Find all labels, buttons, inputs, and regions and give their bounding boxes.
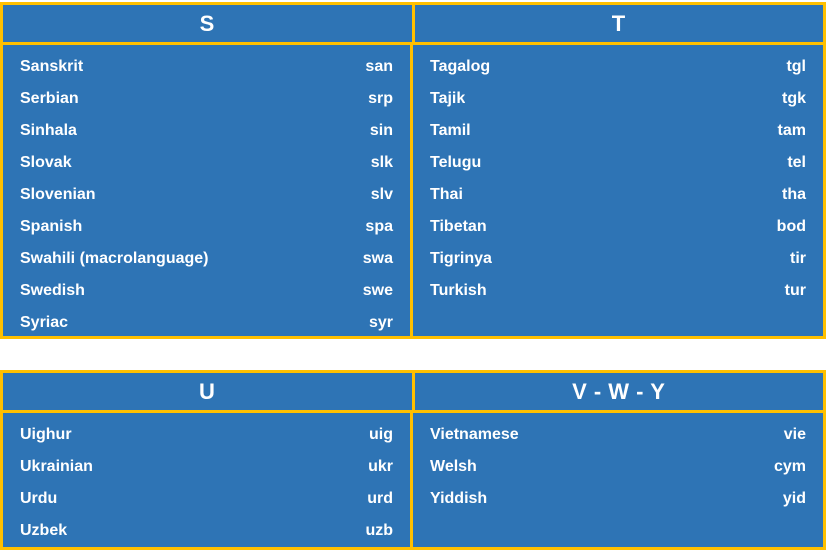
language-column-t: Tagalog tgl Tajik tgk Tamil tam Telugu t…	[413, 45, 823, 336]
language-code: syr	[368, 314, 393, 331]
language-code: swe	[362, 282, 393, 299]
language-name: Tigrinya	[430, 250, 492, 267]
language-name: Tajik	[430, 90, 466, 107]
table-row[interactable]: Welsh cym	[413, 451, 823, 483]
language-code: ukr	[368, 458, 393, 475]
table-row[interactable]: Slovenian slv	[3, 179, 410, 211]
table-row[interactable]: Thai tha	[413, 179, 823, 211]
language-code: cym	[773, 458, 806, 475]
language-name: Urdu	[20, 490, 58, 507]
language-code: bod	[776, 218, 806, 235]
language-code: tgl	[786, 58, 806, 75]
language-code: urd	[367, 490, 393, 507]
table-row[interactable]: Turkish tur	[413, 275, 823, 307]
column-header-v-w-y: V - W - Y	[414, 373, 823, 410]
language-code: tgk	[782, 90, 806, 107]
table-row[interactable]: Tigrinya tir	[413, 243, 823, 275]
language-name: Spanish	[20, 218, 83, 235]
language-name: Yiddish	[430, 490, 488, 507]
column-header-t: T	[414, 5, 823, 42]
language-code: slk	[370, 154, 393, 171]
language-name: Welsh	[430, 458, 477, 475]
language-name: Swedish	[20, 282, 85, 299]
language-name: Uighur	[20, 426, 72, 443]
language-code: spa	[365, 218, 393, 235]
table-row[interactable]: Serbian srp	[3, 83, 410, 115]
table-header-row: S T	[3, 5, 823, 45]
language-code-reference-page: S T Sanskrit san Serbian srp Sinhala sin…	[0, 0, 826, 550]
language-name: Slovak	[20, 154, 72, 171]
table-row[interactable]: Telugu tel	[413, 147, 823, 179]
table-row[interactable]: Ukrainian ukr	[3, 451, 410, 483]
language-name: Uzbek	[20, 522, 68, 539]
language-code: uzb	[365, 522, 393, 539]
table-row[interactable]: Tamil tam	[413, 115, 823, 147]
language-code: srp	[368, 90, 393, 107]
language-code: uig	[369, 426, 393, 443]
language-name: Turkish	[430, 282, 487, 299]
table-row[interactable]: Slovak slk	[3, 147, 410, 179]
table-row[interactable]: Sanskrit san	[3, 51, 410, 83]
table-body-row: Sanskrit san Serbian srp Sinhala sin Slo…	[3, 45, 823, 336]
language-column-u: Uighur uig Ukrainian ukr Urdu urd Uzbek …	[3, 413, 413, 547]
language-code: tha	[782, 186, 806, 203]
language-code: sin	[369, 122, 393, 139]
language-code: yid	[782, 490, 806, 507]
table-row[interactable]: Tagalog tgl	[413, 51, 823, 83]
language-code: tir	[790, 250, 806, 267]
table-row[interactable]: Sinhala sin	[3, 115, 410, 147]
table-row[interactable]: Uzbek uzb	[3, 515, 410, 547]
language-name: Swahili (macrolanguage)	[20, 250, 209, 267]
language-code: tel	[787, 154, 806, 171]
language-name: Slovenian	[20, 186, 96, 203]
language-name: Tagalog	[430, 58, 491, 75]
language-name: Telugu	[430, 154, 482, 171]
column-header-u: U	[3, 373, 415, 410]
language-code: san	[365, 58, 393, 75]
table-row[interactable]: Swedish swe	[3, 275, 410, 307]
language-table-s-t: S T Sanskrit san Serbian srp Sinhala sin…	[0, 2, 826, 339]
table-row[interactable]: Yiddish yid	[413, 483, 823, 515]
language-column-s: Sanskrit san Serbian srp Sinhala sin Slo…	[3, 45, 413, 336]
language-column-v-w-y: Vietnamese vie Welsh cym Yiddish yid	[413, 413, 823, 547]
language-code: vie	[783, 426, 806, 443]
language-name: Thai	[430, 186, 463, 203]
language-name: Tibetan	[430, 218, 487, 235]
language-code: tam	[777, 122, 806, 139]
column-header-s: S	[3, 5, 415, 42]
language-code: slv	[370, 186, 393, 203]
language-name: Sinhala	[20, 122, 77, 139]
table-row[interactable]: Syriac syr	[3, 307, 410, 336]
language-name: Sanskrit	[20, 58, 84, 75]
table-row[interactable]: Uighur uig	[3, 419, 410, 451]
table-row[interactable]: Tajik tgk	[413, 83, 823, 115]
language-name: Tamil	[430, 122, 471, 139]
language-name: Ukrainian	[20, 458, 93, 475]
table-row[interactable]: Spanish spa	[3, 211, 410, 243]
language-name: Vietnamese	[430, 426, 519, 443]
language-table-u-vwy: U V - W - Y Uighur uig Ukrainian ukr Urd…	[0, 370, 826, 550]
table-header-row: U V - W - Y	[3, 373, 823, 413]
table-row[interactable]: Swahili (macrolanguage) swa	[3, 243, 410, 275]
table-body-row: Uighur uig Ukrainian ukr Urdu urd Uzbek …	[3, 413, 823, 547]
language-name: Syriac	[20, 314, 69, 331]
table-row[interactable]: Tibetan bod	[413, 211, 823, 243]
language-code: swa	[362, 250, 393, 267]
table-row[interactable]: Vietnamese vie	[413, 419, 823, 451]
table-row[interactable]: Urdu urd	[3, 483, 410, 515]
language-name: Serbian	[20, 90, 79, 107]
language-code: tur	[784, 282, 806, 299]
